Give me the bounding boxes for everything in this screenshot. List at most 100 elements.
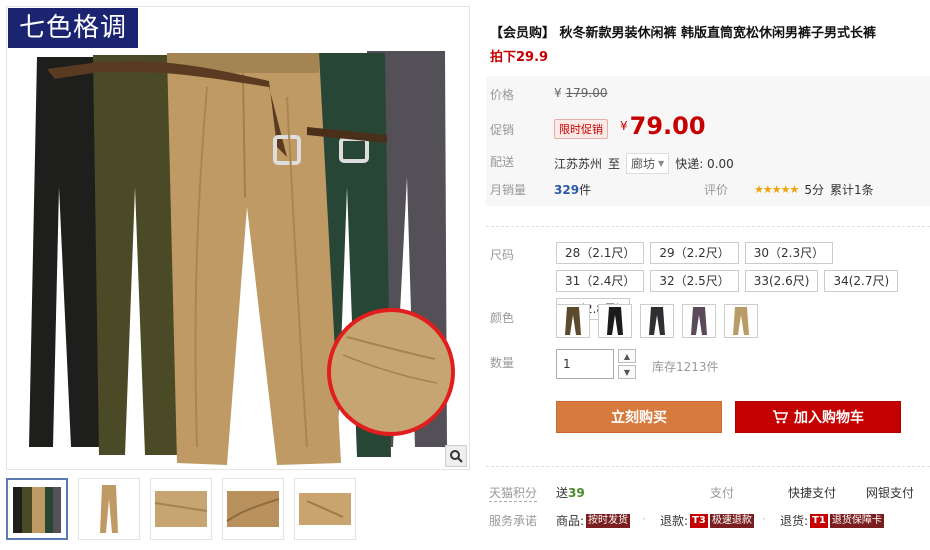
return-guarantee-badge[interactable]: 退货保障卡 xyxy=(829,513,884,528)
zoom-button[interactable] xyxy=(445,445,467,467)
currency-symbol: ¥ xyxy=(554,86,562,100)
separator: · xyxy=(642,512,646,526)
destination-select[interactable]: 廊坊 ▼ xyxy=(626,153,670,174)
points-prefix: 送 xyxy=(556,486,569,500)
magnifier-icon xyxy=(450,450,463,463)
thumb-assorted-colors-image xyxy=(13,487,61,533)
rating-stars-icon: ★★★★★ xyxy=(754,183,799,196)
rating-label: 评价 xyxy=(704,183,729,197)
service-return-label: 退货: xyxy=(780,514,809,528)
monthly-sales-unit: 件 xyxy=(579,183,592,197)
monthly-sales-label: 月销量 xyxy=(490,183,527,197)
color-swatch[interactable] xyxy=(724,304,758,338)
color-swatch[interactable] xyxy=(640,304,674,338)
quick-pay-method: 快捷支付 xyxy=(788,486,837,500)
size-option[interactable]: 28（2.1尺） xyxy=(556,242,645,264)
monthly-sales-value: 329 xyxy=(554,183,580,197)
service-goods-label: 商品: xyxy=(556,514,585,528)
thumb-fabric-detail-1-image xyxy=(154,491,208,527)
stock-count: 库存1213件 xyxy=(652,360,719,374)
quantity-label: 数量 xyxy=(490,356,515,370)
fast-refund-badge[interactable]: 极速退款 xyxy=(709,513,754,528)
quantity-input[interactable] xyxy=(556,349,614,379)
color-swatch[interactable] xyxy=(682,304,716,338)
size-option[interactable]: 31（2.4尺） xyxy=(556,270,645,292)
thumbnail-3[interactable] xyxy=(150,478,212,540)
pants-thumbnail-icon xyxy=(607,307,623,335)
service-refund: 退款: T3 极速退款 xyxy=(660,512,754,529)
quantity-stepper: ▲ ▼ xyxy=(618,349,636,379)
thumb-fabric-detail-3-image xyxy=(299,493,351,525)
color-options xyxy=(556,304,758,338)
promo-badge: 限时促销 xyxy=(554,119,608,139)
size-option[interactable]: 29（2.2尺） xyxy=(650,242,739,264)
service-return: 退货: T1 退货保障卡 xyxy=(780,512,884,529)
product-info: 【会员购】 秋冬新款男装休闲裤 韩版直筒宽松休闲男裤子男式长裤 拍下29.9 价… xyxy=(486,0,930,550)
thumbnail-1[interactable] xyxy=(6,478,68,540)
thumb-khaki-full-image xyxy=(100,485,118,533)
points-reward: 送39 xyxy=(556,484,585,501)
color-swatch[interactable] xyxy=(556,304,590,338)
payment-label: 支付 xyxy=(710,486,735,500)
points-value: 39 xyxy=(568,486,585,500)
destination-value: 廊坊 xyxy=(631,157,656,171)
service-info: 天猫积分 送39 支付 快捷支付 网银支付 服务承诺 商品: 按时发货 · 退款… xyxy=(486,476,930,546)
thumbnail-2[interactable] xyxy=(78,478,140,540)
thumb-fabric-detail-2-image xyxy=(226,491,280,527)
rating-score: 5分 xyxy=(804,183,824,197)
product-gallery: 七色格调 xyxy=(6,6,470,544)
size-option[interactable]: 34(2.7尺) xyxy=(824,270,899,292)
separator: · xyxy=(762,512,766,526)
chevron-up-icon: ▲ xyxy=(623,351,631,361)
pants-illustration xyxy=(29,51,455,465)
size-option[interactable]: 30（2.3尺） xyxy=(744,242,834,264)
tmall-points-link[interactable]: 天猫积分 xyxy=(489,484,538,502)
shipping-info: 江苏苏州 至 廊坊 ▼ 快递: 0.00 xyxy=(554,153,734,174)
monthly-sales: 329件 xyxy=(554,181,591,198)
rating-summary: 评价 ★★★★★ 5分 累计1条 xyxy=(704,181,874,198)
size-option[interactable]: 33(2.6尺) xyxy=(744,270,819,292)
ship-from: 江苏苏州 xyxy=(554,157,603,171)
main-product-image[interactable]: 七色格调 xyxy=(6,6,470,470)
pants-thumbnail-icon xyxy=(649,307,665,335)
brand-logo: 七色格调 xyxy=(8,8,138,48)
orig-price-label: 价格 xyxy=(490,88,515,102)
service-refund-label: 退款: xyxy=(660,514,689,528)
product-title: 【会员购】 秋冬新款男装休闲裤 韩版直筒宽松休闲男裤子男式长裤 xyxy=(490,26,877,41)
promo-price-value: 79.00 xyxy=(629,112,706,140)
original-price-value: 179.00 xyxy=(565,86,608,100)
review-count-link[interactable]: 累计1条 xyxy=(830,181,874,198)
thumbnail-4[interactable] xyxy=(222,478,284,540)
t3-badge: T3 xyxy=(690,513,708,528)
color-label: 颜色 xyxy=(490,311,515,325)
add-to-cart-label: 加入购物车 xyxy=(794,410,864,426)
chevron-down-icon: ▼ xyxy=(658,159,665,168)
promo-price: ¥79.00 xyxy=(620,112,706,140)
quantity-increase-button[interactable]: ▲ xyxy=(618,349,636,363)
size-option[interactable]: 32（2.5尺） xyxy=(650,270,739,292)
chevron-down-icon: ▼ xyxy=(623,367,631,377)
original-price: ¥ 179.00 xyxy=(554,86,607,100)
divider xyxy=(486,466,930,467)
add-to-cart-button[interactable]: 加入购物车 xyxy=(735,401,901,433)
thumbnail-strip xyxy=(6,478,470,544)
shipping-fee: 快递: 0.00 xyxy=(675,157,734,171)
on-time-delivery-badge[interactable]: 按时发货 xyxy=(586,513,631,528)
bank-pay-method: 网银支付 xyxy=(866,486,915,500)
size-label: 尺码 xyxy=(490,248,515,262)
thumbnail-5[interactable] xyxy=(294,478,356,540)
divider xyxy=(486,226,930,227)
color-swatch[interactable] xyxy=(598,304,632,338)
buy-now-button[interactable]: 立刻购买 xyxy=(556,401,722,433)
pants-thumbnail-icon xyxy=(733,307,749,335)
ship-to-word: 至 xyxy=(608,157,621,171)
shipping-label: 配送 xyxy=(490,155,515,169)
quantity-decrease-button[interactable]: ▼ xyxy=(618,365,636,379)
pants-thumbnail-icon xyxy=(565,307,581,335)
t1-badge: T1 xyxy=(810,513,828,528)
product-subtitle: 拍下29.9 xyxy=(490,50,549,65)
promo-price-label: 促销 xyxy=(490,123,515,137)
price-box: 价格 ¥ 179.00 促销 限时促销 ¥79.00 配送 江苏苏州 至 廊坊 … xyxy=(486,76,930,206)
pants-thumbnail-icon xyxy=(691,307,707,335)
promo-currency-symbol: ¥ xyxy=(620,119,628,133)
